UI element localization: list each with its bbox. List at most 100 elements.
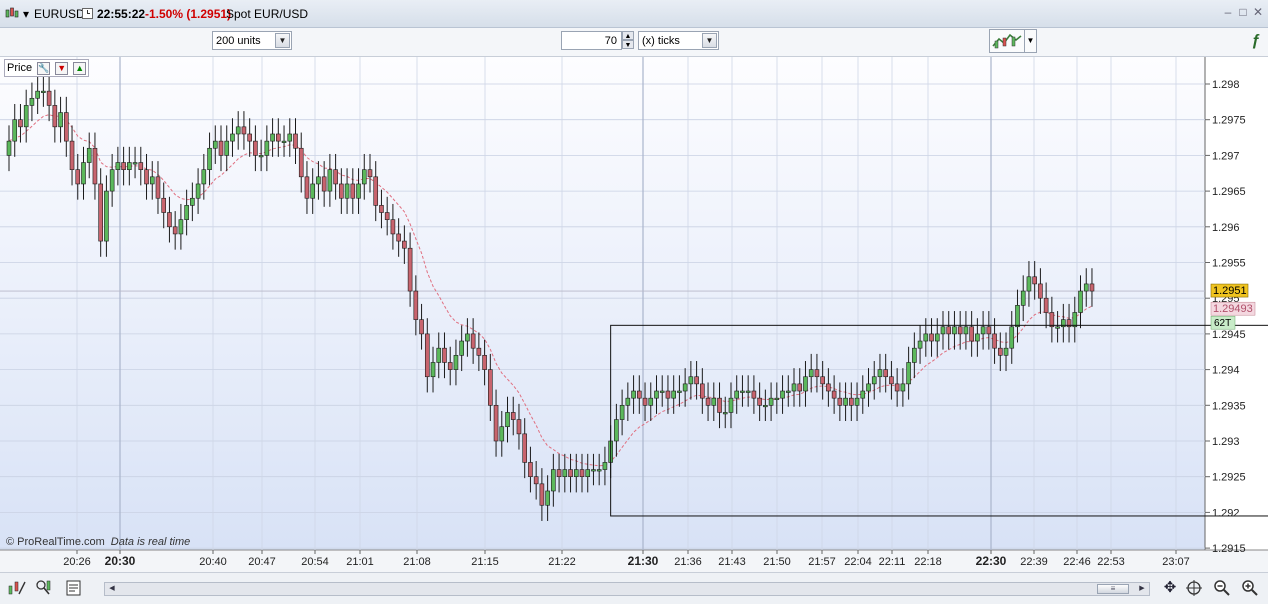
- x-tick-label: 20:40: [199, 556, 227, 568]
- price-bar: [1072, 312, 1078, 328]
- price-bar: [212, 140, 218, 149]
- price-bar: [430, 362, 436, 378]
- indicators-icon[interactable]: [34, 578, 54, 598]
- symbol-dropdown-icon[interactable]: ▾: [23, 7, 29, 21]
- price-bar: [969, 326, 974, 342]
- indicator-dropdown-icon[interactable]: ▼: [1025, 29, 1037, 53]
- price-bar: [533, 476, 539, 485]
- arrow-down-icon[interactable]: ▼: [55, 61, 69, 75]
- price-bar: [768, 397, 774, 406]
- wrench-icon[interactable]: 🔧: [37, 61, 51, 75]
- draw-chart-icon[interactable]: [7, 578, 27, 598]
- units-dropdown-icon[interactable]: ▼: [275, 33, 290, 48]
- price-bar: [734, 390, 740, 399]
- price-bar: [631, 390, 636, 399]
- price-chart: 1.2915 1.292 1.2925 1.293 1.2935 1.294 1.2945 1…: [0, 57, 1268, 572]
- price-bar: [808, 369, 814, 378]
- price-bar: [648, 397, 654, 406]
- price-bar: [407, 247, 413, 292]
- units-value: 200 units: [216, 35, 261, 47]
- price-bar: [751, 390, 757, 399]
- clock-time: 22:55:22: [97, 7, 146, 21]
- price-bar: [946, 326, 952, 335]
- price-bar: [923, 333, 929, 342]
- pan-icon[interactable]: ✥: [1160, 578, 1180, 598]
- price-bar: [528, 462, 533, 478]
- ticks-unit-select[interactable]: (x) ticks ▼: [638, 31, 719, 50]
- indicator-button[interactable]: [989, 29, 1025, 53]
- price-bar: [757, 397, 762, 406]
- crosshair-icon[interactable]: [1184, 578, 1204, 598]
- price-bar: [871, 376, 877, 385]
- stepper-down-icon[interactable]: ▼: [622, 40, 634, 49]
- price-bar: [654, 390, 659, 399]
- scroll-thumb[interactable]: ≡: [1097, 584, 1129, 594]
- close-icon[interactable]: ✕: [1252, 6, 1264, 18]
- layout-icon[interactable]: [64, 578, 84, 598]
- scroll-left-icon[interactable]: ◀: [106, 584, 118, 594]
- price-bar: [900, 383, 906, 392]
- price-bar: [287, 133, 293, 142]
- stepper-up-icon[interactable]: ▲: [622, 31, 634, 40]
- price-bar: [190, 197, 195, 206]
- price-bar: [505, 412, 510, 428]
- price-bar: [373, 176, 379, 206]
- price-bar: [934, 333, 940, 342]
- x-tick-label: 20:30: [105, 554, 136, 568]
- price-bar: [476, 347, 482, 356]
- chart-scrollbar[interactable]: ◀ ≡ ▶: [104, 582, 1150, 596]
- y-tick-label: 1.2915: [1212, 543, 1246, 555]
- ticks-input[interactable]: 70: [561, 31, 622, 50]
- ma-value-label: 1.29493: [1213, 303, 1253, 315]
- price-bar: [6, 140, 12, 156]
- price-bar: [69, 140, 75, 170]
- price-bar: [705, 397, 711, 406]
- x-tick-label: 22:11: [879, 556, 906, 568]
- price-bar: [144, 169, 149, 185]
- x-tick-label: 21:01: [346, 556, 374, 568]
- y-tick-label: 1.293: [1212, 436, 1240, 448]
- brand-credit: © ProRealTime.com: [6, 536, 105, 548]
- minimize-icon[interactable]: –: [1222, 6, 1234, 18]
- price-bar: [488, 369, 493, 406]
- price-bar: [522, 433, 528, 463]
- price-bar: [665, 390, 671, 399]
- price-bar: [814, 369, 820, 378]
- ticks-stepper[interactable]: ▲ ▼: [622, 31, 634, 50]
- price-bar: [688, 376, 694, 385]
- ticks-value: 70: [604, 35, 617, 47]
- ticks-unit-dropdown-icon[interactable]: ▼: [702, 33, 717, 48]
- arrow-up-icon[interactable]: ▲: [73, 61, 87, 75]
- y-tick-label: 1.292: [1212, 507, 1240, 519]
- price-bar: [545, 490, 550, 506]
- price-bar: [321, 176, 327, 192]
- price-bar: [837, 397, 843, 406]
- title-bar: ▾ EURUSD 22:55:22 -1.50% (1.2951) Spot E…: [0, 0, 1268, 28]
- y-tick-label: 1.2925: [1212, 472, 1246, 484]
- symbol-label[interactable]: EURUSD: [34, 7, 85, 21]
- units-select[interactable]: 200 units ▼: [212, 31, 292, 50]
- price-bar: [785, 390, 791, 393]
- scroll-right-icon[interactable]: ▶: [1136, 584, 1148, 594]
- price-bar: [276, 133, 281, 142]
- price-bar: [780, 390, 785, 399]
- price-bar: [436, 347, 442, 363]
- zoom-in-icon[interactable]: [1240, 578, 1260, 598]
- price-bar: [677, 390, 682, 393]
- price-panel-label[interactable]: Price 🔧 ▼ ▲: [4, 59, 90, 77]
- price-bar: [493, 404, 499, 442]
- price-bar: [659, 390, 665, 393]
- price-bar: [952, 326, 957, 335]
- y-tick-label: 1.2955: [1212, 258, 1246, 270]
- y-tick-label: 1.2965: [1212, 186, 1246, 198]
- zoom-out-icon[interactable]: [1212, 578, 1232, 598]
- y-tick-label: 1.2975: [1212, 115, 1246, 127]
- x-tick-label: 22:39: [1020, 556, 1048, 568]
- price-bar: [247, 133, 252, 142]
- maximize-icon[interactable]: □: [1237, 6, 1249, 18]
- price-bar: [367, 169, 373, 178]
- price-bar: [797, 383, 803, 392]
- clock-icon: [82, 7, 93, 21]
- price-bar: [894, 383, 900, 392]
- formula-icon[interactable]: ƒ: [1247, 30, 1265, 52]
